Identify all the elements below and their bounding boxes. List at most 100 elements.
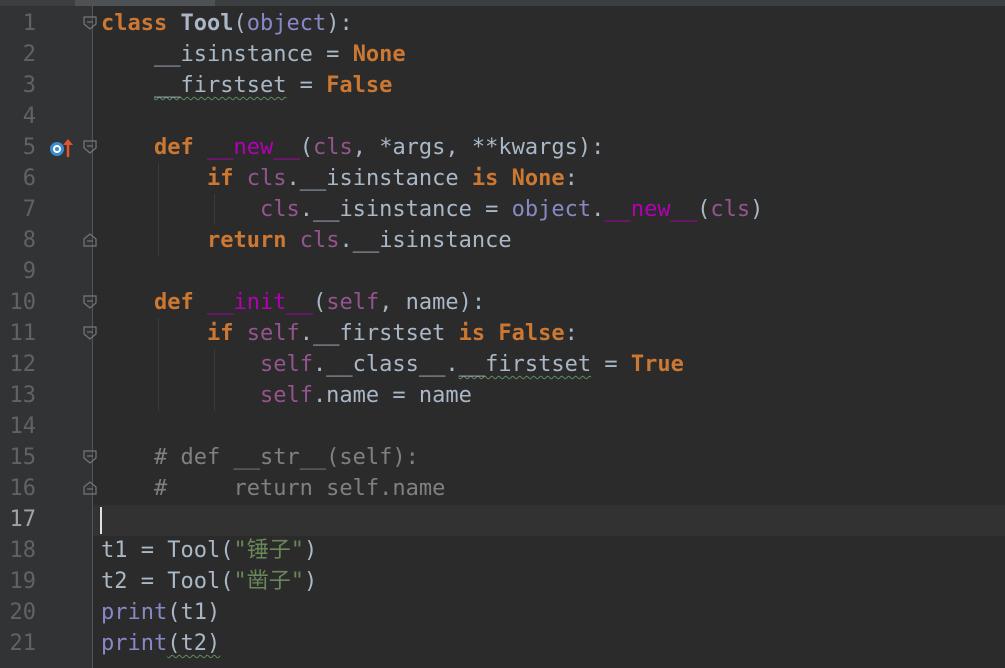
magic-attr: __class__ xyxy=(326,352,446,377)
class-name: Tool xyxy=(180,11,234,36)
code-line-18[interactable]: t1 = Tool("锤子") xyxy=(101,535,317,566)
code-line-16[interactable]: # return self.name xyxy=(101,473,445,504)
keyword: None xyxy=(511,166,565,191)
line-number: 4 xyxy=(22,104,36,129)
code-line-19[interactable]: t2 = Tool("凿子") xyxy=(101,566,317,597)
keyword: class xyxy=(101,11,168,36)
line-number: 6 xyxy=(22,166,36,191)
self-ref: self xyxy=(246,321,300,346)
punct: ( xyxy=(697,197,711,222)
current-line-highlight xyxy=(93,505,1005,536)
code-line-20[interactable]: print(t1) xyxy=(101,597,220,628)
line-number: 19 xyxy=(9,569,37,594)
code-line-2[interactable]: __isinstance = None xyxy=(101,39,406,70)
keyword: False xyxy=(326,73,393,98)
statement: t2 = Tool( xyxy=(101,569,234,594)
param-self: self xyxy=(326,290,380,315)
keyword: def xyxy=(153,290,194,315)
keyword: None xyxy=(352,42,406,67)
function-name: __init__ xyxy=(206,290,313,315)
line-number: 9 xyxy=(22,259,36,284)
line-number: 11 xyxy=(9,321,37,346)
code-line-11[interactable]: if self.__firstset is False: xyxy=(101,318,578,349)
attr: .__firstset xyxy=(299,321,459,346)
punct: ): xyxy=(326,11,353,36)
fold-end-icon[interactable] xyxy=(83,233,97,247)
builtin: object xyxy=(246,11,327,36)
overrides-method-icon[interactable] xyxy=(48,137,74,159)
line-number: 8 xyxy=(22,228,36,253)
keyword: False xyxy=(498,321,565,346)
line-number: 7 xyxy=(22,197,36,222)
code-line-13[interactable]: self.name = name xyxy=(101,380,472,411)
identifier: __isinstance xyxy=(153,42,313,67)
code-line-15[interactable]: # def __str__(self): xyxy=(101,442,419,473)
line-number: 3 xyxy=(22,73,36,98)
fold-end-icon[interactable] xyxy=(83,481,97,495)
line-number: 14 xyxy=(9,414,37,439)
keyword: if xyxy=(206,166,234,191)
line-number: 18 xyxy=(9,538,37,563)
statement: t1 = Tool( xyxy=(101,538,234,563)
magic-method: __new__ xyxy=(604,197,698,222)
code-line-5[interactable]: def __new__(cls, *args, **kwargs): xyxy=(101,132,604,163)
fold-icon[interactable] xyxy=(83,16,97,30)
line-number: 12 xyxy=(9,352,37,377)
line-number: 15 xyxy=(9,445,37,470)
params: , name): xyxy=(379,290,486,315)
comment: # return self.name xyxy=(153,476,446,501)
line-number: 13 xyxy=(9,383,37,408)
fold-icon[interactable] xyxy=(83,326,97,340)
function-name: __new__ xyxy=(206,135,300,160)
punct: . xyxy=(312,352,327,377)
active-tab-edge[interactable] xyxy=(75,0,215,6)
code-line-3[interactable]: __firstset = False xyxy=(101,70,392,101)
code-line-10[interactable]: def __init__(self, name): xyxy=(101,287,485,318)
builtin-print: print xyxy=(101,631,168,656)
args: (t2) xyxy=(167,631,221,656)
line-number: 16 xyxy=(9,476,37,501)
string-literal: "凿子" xyxy=(233,569,304,594)
punct: ) xyxy=(750,197,764,222)
keyword: if xyxy=(206,321,234,346)
punct: ) xyxy=(303,538,318,563)
keyword: def xyxy=(153,135,194,160)
editor-tab-strip xyxy=(0,0,1005,6)
text-caret xyxy=(100,507,102,534)
comment: # def __str__(self): xyxy=(153,445,419,470)
keyword: True xyxy=(630,352,684,377)
cls-ref: cls xyxy=(259,197,300,222)
line-number-current: 17 xyxy=(9,507,37,532)
line-number: 1 xyxy=(22,11,36,36)
self-ref: self xyxy=(259,383,313,408)
attr: .__isinstance = xyxy=(299,197,512,222)
line-number: 20 xyxy=(9,600,37,625)
punct: ) xyxy=(303,569,318,594)
code-line-12[interactable]: self.__class__.__firstset = True xyxy=(101,349,684,380)
builtin-print: print xyxy=(101,600,168,625)
args: (t1) xyxy=(167,600,221,625)
operator: = xyxy=(286,73,327,98)
line-number: 5 xyxy=(22,135,36,160)
fold-icon[interactable] xyxy=(83,140,97,154)
params: , *args, **kwargs): xyxy=(352,135,605,160)
code-line-21[interactable]: print(t2) xyxy=(101,628,220,659)
attr: .__isinstance xyxy=(339,228,512,253)
line-number: 10 xyxy=(9,290,37,315)
fold-icon[interactable] xyxy=(83,295,97,309)
code-editor[interactable]: 1 2 3 4 5 6 7 8 9 10 11 12 13 14 15 16 1… xyxy=(0,0,1005,668)
keyword: is xyxy=(458,321,486,346)
line-number: 2 xyxy=(22,42,36,67)
cls-ref: cls xyxy=(299,228,340,253)
punct: : xyxy=(564,166,578,191)
code-line-1[interactable]: class Tool(object): xyxy=(101,8,353,39)
cls-ref: cls xyxy=(246,166,287,191)
punct: ( xyxy=(233,11,247,36)
code-line-8[interactable]: return cls.__isinstance xyxy=(101,225,512,256)
fold-icon[interactable] xyxy=(83,450,97,464)
punct: ( xyxy=(299,135,313,160)
builtin: object xyxy=(511,197,592,222)
cls-ref: cls xyxy=(710,197,751,222)
code-line-7[interactable]: cls.__isinstance = object.__new__(cls) xyxy=(101,194,763,225)
code-line-6[interactable]: if cls.__isinstance is None: xyxy=(101,163,578,194)
